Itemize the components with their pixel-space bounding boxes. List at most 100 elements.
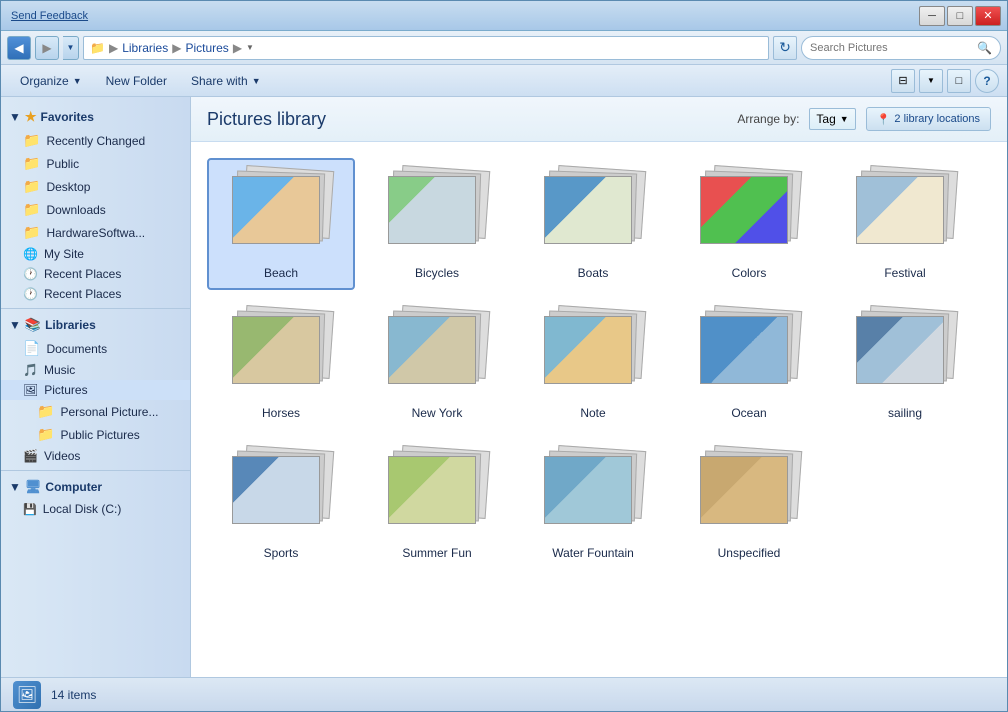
forward-button[interactable]: ▶ — [35, 36, 59, 60]
library-controls: Arrange by: Tag ▼ 📍 2 library locations — [737, 107, 991, 131]
photo-stack — [538, 168, 648, 258]
chevron-favorites-icon: ▼ — [9, 110, 21, 124]
sidebar-item-public-pictures[interactable]: 📁 Public Pictures — [1, 423, 190, 446]
folder-item-horses[interactable]: Horses — [207, 298, 355, 430]
view-toggle-button[interactable]: ⊟ — [891, 69, 915, 93]
sidebar-item-label: Downloads — [46, 203, 105, 217]
folder-item-ocean[interactable]: Ocean — [675, 298, 823, 430]
help-button[interactable]: ? — [975, 69, 999, 93]
globe-icon: 🌐 — [23, 247, 38, 261]
organize-button[interactable]: Organize ▼ — [9, 69, 93, 93]
folder-item-summerfun[interactable]: Summer Fun — [363, 438, 511, 570]
arrange-dropdown[interactable]: Tag ▼ — [809, 108, 855, 130]
search-icon: 🔍 — [977, 41, 992, 55]
photo-front — [232, 176, 320, 244]
sidebar-item-documents[interactable]: 📄 Documents — [1, 337, 190, 360]
photo-stack — [226, 448, 336, 538]
back-button[interactable]: ◀ — [7, 36, 31, 60]
folder-item-colors[interactable]: Colors — [675, 158, 823, 290]
sidebar-item-recent-places-2[interactable]: 🕐 Recent Places — [1, 284, 190, 304]
sidebar-item-label: Videos — [44, 449, 80, 463]
photo-stack — [538, 448, 648, 538]
folder-name: Bicycles — [415, 266, 459, 280]
nav-dropdown-button[interactable]: ▼ — [63, 36, 79, 60]
toolbar: Organize ▼ New Folder Share with ▼ ⊟ ▼ □… — [1, 65, 1007, 97]
sidebar-item-downloads[interactable]: 📁 Downloads — [1, 198, 190, 221]
chevron-libraries-icon: ▼ — [9, 318, 21, 332]
status-bar: 🖼 14 items — [1, 677, 1007, 711]
sidebar-item-hardwaresoftware[interactable]: 📁 HardwareSoftwa... — [1, 221, 190, 244]
address-path[interactable]: 📁 ▶ Libraries ▶ Pictures ▶ ▼ — [83, 36, 769, 60]
sidebar-item-localdisk[interactable]: 💾 Local Disk (C:) — [1, 499, 190, 519]
folder-item-bicycles[interactable]: Bicycles — [363, 158, 511, 290]
library-header: Pictures library Arrange by: Tag ▼ 📍 2 l… — [191, 97, 1007, 142]
sidebar-header-favorites[interactable]: ▼ ★ Favorites — [1, 105, 190, 129]
sidebar-item-recently-changed[interactable]: 📁 Recently Changed — [1, 129, 190, 152]
path-libraries[interactable]: Libraries — [122, 41, 168, 55]
photo-front — [700, 316, 788, 384]
new-folder-button[interactable]: New Folder — [95, 69, 178, 93]
folder-item-unspecified[interactable]: Unspecified — [675, 438, 823, 570]
sidebar-item-public[interactable]: 📁 Public — [1, 152, 190, 175]
share-with-button[interactable]: Share with ▼ — [180, 69, 272, 93]
libraries-label: Libraries — [45, 318, 96, 332]
photo-stack — [694, 448, 804, 538]
sidebar-item-pictures[interactable]: 🖼 Pictures — [1, 380, 190, 400]
window: Send Feedback ─ □ ✕ ◀ ▶ ▼ 📁 ▶ Libraries … — [0, 0, 1008, 712]
photo-front — [544, 456, 632, 524]
share-with-label: Share with — [191, 74, 248, 88]
sidebar-header-computer[interactable]: ▼ 🖥 Computer — [1, 475, 190, 499]
sidebar-item-personal-pictures[interactable]: 📁 Personal Picture... — [1, 400, 190, 423]
folder-item-waterfountain[interactable]: Water Fountain — [519, 438, 667, 570]
folder-item-beach[interactable]: Beach — [207, 158, 355, 290]
sidebar-item-mysite[interactable]: 🌐 My Site — [1, 244, 190, 264]
sidebar-item-videos[interactable]: 🎬 Videos — [1, 446, 190, 466]
folder-icon: 📁 — [23, 132, 40, 149]
photo-stack — [694, 168, 804, 258]
sidebar-item-label: Music — [44, 363, 75, 377]
path-pictures[interactable]: Pictures — [185, 41, 228, 55]
refresh-button[interactable]: ↻ — [773, 36, 797, 60]
photo-front — [856, 176, 944, 244]
folder-item-boats[interactable]: Boats — [519, 158, 667, 290]
preview-pane-button[interactable]: □ — [947, 69, 971, 93]
photo-stack — [538, 308, 648, 398]
sidebar-item-music[interactable]: 🎵 Music — [1, 360, 190, 380]
folder-item-festival[interactable]: Festival — [831, 158, 979, 290]
folder-name: Horses — [262, 406, 300, 420]
search-input[interactable] — [810, 42, 973, 54]
sidebar-header-libraries[interactable]: ▼ 📚 Libraries — [1, 313, 190, 337]
sidebar-item-recent-places-1[interactable]: 🕐 Recent Places — [1, 264, 190, 284]
sidebar-item-desktop[interactable]: 📁 Desktop — [1, 175, 190, 198]
folder-item-note[interactable]: Note — [519, 298, 667, 430]
send-feedback-link[interactable]: Send Feedback — [11, 10, 88, 22]
folder-name: Ocean — [731, 406, 766, 420]
grid-view: Beach Bicycles Boats Colors — [191, 142, 1007, 677]
photo-front — [388, 176, 476, 244]
folder-item-newyork[interactable]: New York — [363, 298, 511, 430]
search-box[interactable]: 🔍 — [801, 36, 1001, 60]
close-button[interactable]: ✕ — [975, 6, 1001, 26]
library-locations-button[interactable]: 📍 2 library locations — [866, 107, 991, 131]
folder-item-sailing[interactable]: sailing — [831, 298, 979, 430]
folder-icon: 📁 — [37, 403, 54, 420]
library-title: Pictures library — [207, 109, 326, 130]
view-dropdown-button[interactable]: ▼ — [919, 69, 943, 93]
folder-item-sports[interactable]: Sports — [207, 438, 355, 570]
library-icon: 📚 — [25, 317, 41, 333]
photo-front — [856, 316, 944, 384]
sidebar-item-label: Desktop — [46, 180, 90, 194]
star-icon: ★ — [25, 109, 37, 125]
folder-name: Water Fountain — [552, 546, 634, 560]
locations-icon: 📍 — [877, 113, 891, 126]
photo-stack — [382, 168, 492, 258]
photo-stack — [382, 448, 492, 538]
maximize-button[interactable]: □ — [947, 6, 973, 26]
status-text: 14 items — [51, 688, 96, 702]
photo-front — [388, 316, 476, 384]
arrange-arrow-icon: ▼ — [840, 114, 849, 124]
sidebar-item-label: Personal Picture... — [60, 405, 158, 419]
arrange-label: Arrange by: — [737, 112, 799, 126]
photo-front — [700, 176, 788, 244]
minimize-button[interactable]: ─ — [919, 6, 945, 26]
